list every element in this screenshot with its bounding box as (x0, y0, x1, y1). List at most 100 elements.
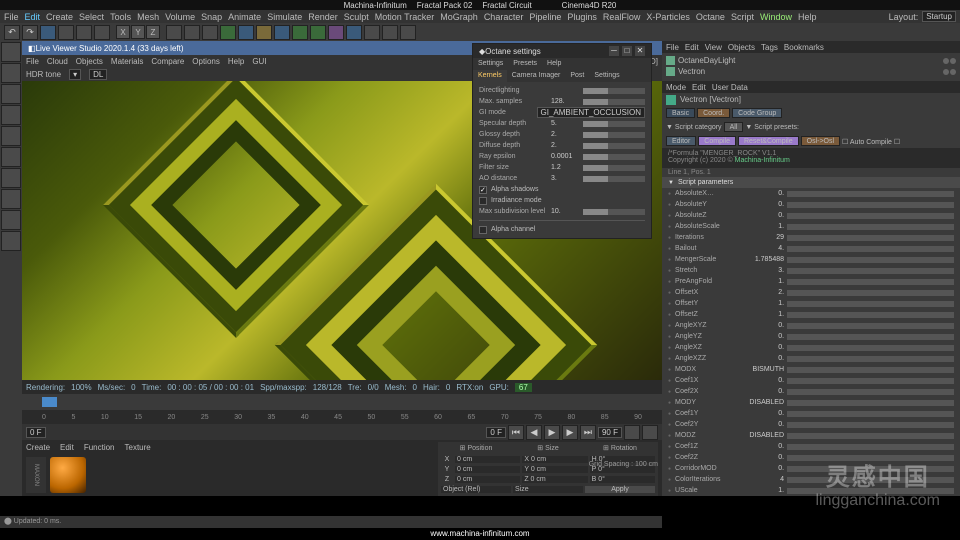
menu-sculpt[interactable]: Sculpt (344, 12, 369, 22)
vpmenu-file[interactable]: File (26, 57, 39, 66)
param-row[interactable]: AbsoluteScale1. (662, 221, 960, 232)
redo-button[interactable]: ↷ (22, 25, 38, 40)
tool-button[interactable] (292, 25, 308, 40)
tab-texture[interactable]: Texture (125, 443, 151, 452)
tab-function[interactable]: Function (84, 443, 115, 452)
octane-param[interactable]: Max. samples128. (479, 96, 645, 107)
axis-z[interactable]: Z (146, 25, 160, 39)
play-button[interactable]: ▶ (544, 425, 560, 440)
octane-param[interactable]: Specular depth5. (479, 118, 645, 129)
tool-button[interactable] (76, 25, 92, 40)
menu-window[interactable]: Window (760, 12, 792, 22)
octane-param[interactable]: GI modeGI_AMBIENT_OCCLUSION (479, 107, 645, 118)
param-row[interactable]: MODXBISMUTH (662, 364, 960, 375)
vpmenu-gui[interactable]: GUI (252, 57, 266, 66)
frame-current[interactable]: 0 F (486, 427, 506, 438)
param-row[interactable]: Coef2X0. (662, 386, 960, 397)
vpmenu-cloud[interactable]: Cloud (47, 57, 68, 66)
goto-end-button[interactable]: ⏭ (580, 425, 596, 440)
menu-octane[interactable]: Octane (696, 12, 725, 22)
octane-param[interactable]: AO distance3. (479, 173, 645, 184)
param-row[interactable]: AbsoluteY0. (662, 199, 960, 210)
section-header[interactable]: Script parameters (662, 177, 960, 188)
next-frame-button[interactable]: ▶ (562, 425, 578, 440)
tool-button[interactable] (202, 25, 218, 40)
vpmenu-objects[interactable]: Objects (76, 57, 103, 66)
tool-button[interactable] (166, 25, 182, 40)
tool-button[interactable] (274, 25, 290, 40)
menu-select[interactable]: Select (79, 12, 104, 22)
tool-button[interactable] (1, 147, 21, 167)
param-row[interactable]: UScale1. (662, 485, 960, 496)
menu-create[interactable]: Create (46, 12, 73, 22)
octane-titlebar[interactable]: ◆ Octane settings ─□✕ (473, 44, 651, 58)
param-row[interactable]: Iterations29 (662, 232, 960, 243)
tool-button[interactable] (1, 168, 21, 188)
material-preview[interactable] (50, 457, 86, 493)
menu-plugins[interactable]: Plugins (567, 12, 597, 22)
param-row[interactable]: ColorIterations4 (662, 474, 960, 485)
maximize-button[interactable]: □ (622, 46, 632, 56)
tool-button[interactable] (256, 25, 272, 40)
axis-y[interactable]: Y (131, 25, 145, 39)
param-row[interactable]: Stretch3. (662, 265, 960, 276)
tool-button[interactable] (1, 126, 21, 146)
vpmenu-options[interactable]: Options (192, 57, 220, 66)
menu-help[interactable]: Help (798, 12, 817, 22)
tab-edit[interactable]: Edit (60, 443, 74, 452)
param-row[interactable]: OffsetX2. (662, 287, 960, 298)
object-item[interactable]: OctaneDayLight (666, 55, 956, 66)
tool-button[interactable] (310, 25, 326, 40)
octane-param[interactable]: Filter size1.2 (479, 162, 645, 173)
menu-character[interactable]: Character (484, 12, 524, 22)
tool-button[interactable] (1, 63, 21, 83)
tool-button[interactable] (58, 25, 74, 40)
tool-button[interactable] (94, 25, 110, 40)
menu-volume[interactable]: Volume (165, 12, 195, 22)
object-item[interactable]: Vectron (666, 66, 956, 77)
menu-simulate[interactable]: Simulate (267, 12, 302, 22)
tool-button[interactable] (382, 25, 398, 40)
vpmenu-materials[interactable]: Materials (111, 57, 143, 66)
tool-button[interactable] (1, 231, 21, 251)
apply-button[interactable]: Apply (585, 486, 655, 493)
param-row[interactable]: OffsetZ1. (662, 309, 960, 320)
menu-x-particles[interactable]: X-Particles (646, 12, 690, 22)
vpmenu-compare[interactable]: Compare (151, 57, 184, 66)
param-row[interactable]: OffsetY1. (662, 298, 960, 309)
param-row[interactable]: AngleYZ0. (662, 331, 960, 342)
param-row[interactable]: AbsoluteZ0. (662, 210, 960, 221)
tool-button[interactable] (1, 105, 21, 125)
param-row[interactable]: PreAngFold1. (662, 276, 960, 287)
tool-button[interactable] (1, 84, 21, 104)
menu-animate[interactable]: Animate (228, 12, 261, 22)
param-row[interactable]: MengerScale1.785488 (662, 254, 960, 265)
param-row[interactable]: Coef2Y0. (662, 419, 960, 430)
tool-button[interactable] (40, 25, 56, 40)
menu-file[interactable]: File (4, 12, 19, 22)
script-category-select[interactable]: All (724, 122, 744, 132)
key-button[interactable] (642, 425, 658, 440)
frame-end[interactable]: 90 F (598, 427, 622, 438)
frame-start[interactable]: 0 F (26, 427, 46, 438)
menu-motion tracker[interactable]: Motion Tracker (375, 12, 435, 22)
close-button[interactable]: ✕ (635, 46, 645, 56)
octane-param[interactable]: Directlighting (479, 85, 645, 96)
minimize-button[interactable]: ─ (609, 46, 619, 56)
timeline-bar[interactable] (22, 394, 662, 410)
menu-pipeline[interactable]: Pipeline (529, 12, 561, 22)
vpmenu-help[interactable]: Help (228, 57, 244, 66)
param-row[interactable]: AngleXYZ0. (662, 320, 960, 331)
param-row[interactable]: MODZDISABLED (662, 430, 960, 441)
menu-script[interactable]: Script (731, 12, 754, 22)
tool-button[interactable] (184, 25, 200, 40)
tool-button[interactable] (400, 25, 416, 40)
tool-button[interactable] (328, 25, 344, 40)
param-row[interactable]: AbsoluteX…0. (662, 188, 960, 199)
param-row[interactable]: Coef2Z0. (662, 452, 960, 463)
param-row[interactable]: Coef1Z0. (662, 441, 960, 452)
menu-render[interactable]: Render (308, 12, 338, 22)
tool-button[interactable] (346, 25, 362, 40)
param-row[interactable]: Bailout4. (662, 243, 960, 254)
tool-button[interactable] (1, 210, 21, 230)
